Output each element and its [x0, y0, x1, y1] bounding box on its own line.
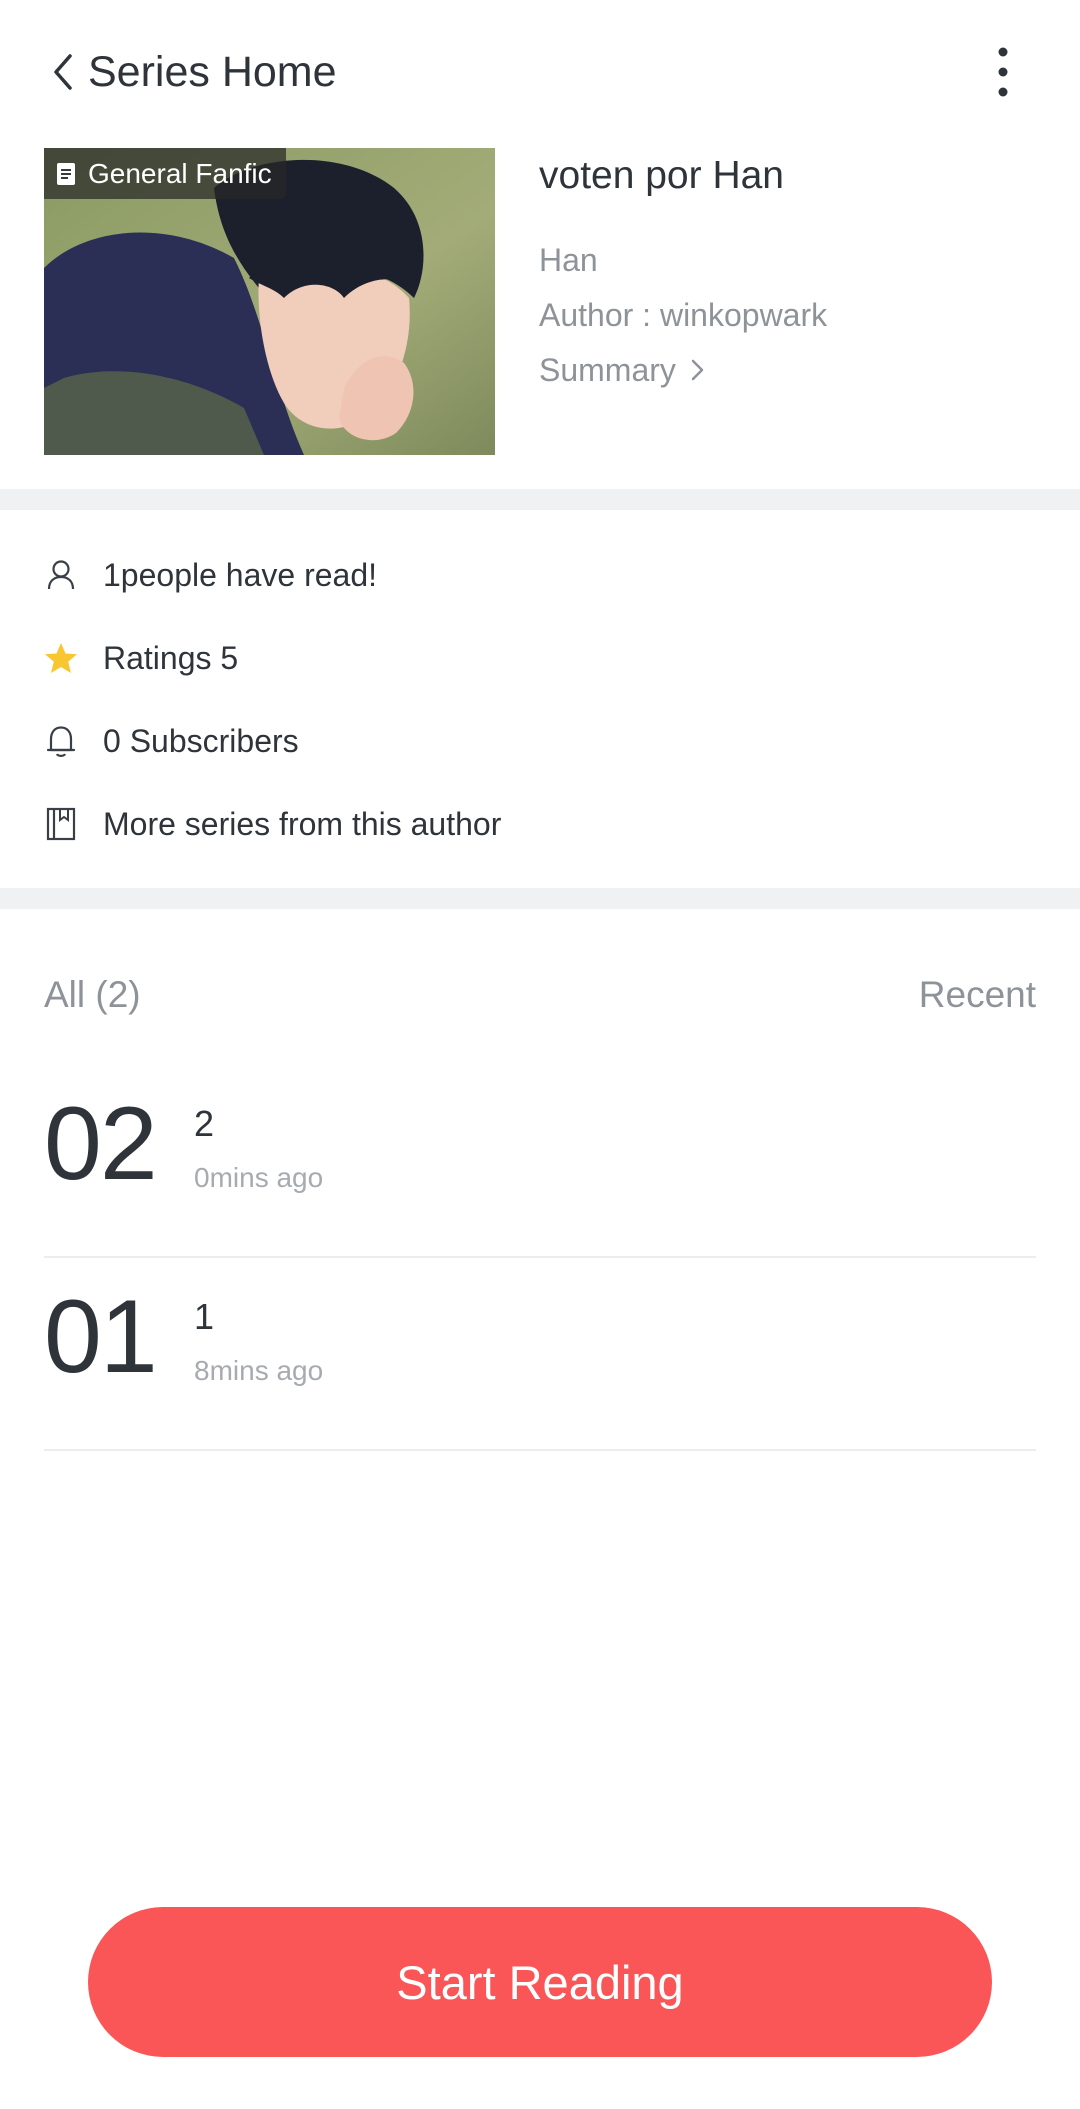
summary-label: Summary — [539, 352, 676, 388]
subscribers-row: 0 Subscribers — [44, 713, 299, 769]
more-options-button[interactable] — [980, 44, 1026, 100]
episode-title: 1 — [194, 1296, 215, 1337]
episode-number: 01 — [44, 1279, 158, 1395]
section-divider — [0, 888, 1080, 909]
episode-title: 2 — [194, 1103, 215, 1144]
start-reading-button[interactable]: Start Reading — [88, 1907, 992, 2057]
summary-link[interactable]: Summary — [539, 350, 706, 390]
more-vertical-icon — [998, 47, 1008, 97]
readers-count-row: 1people have read! — [44, 547, 377, 603]
episode-row[interactable]: 01 1 8mins ago — [44, 1257, 1036, 1451]
episode-row[interactable]: 02 2 0mins ago — [44, 1064, 1036, 1258]
series-author[interactable]: Author : winkopwark — [539, 295, 827, 335]
sort-recent-button[interactable]: Recent — [919, 972, 1036, 1018]
page-title: Series Home — [88, 48, 337, 96]
subscribers-text: 0 Subscribers — [103, 722, 299, 759]
ratings-row: Ratings 5 — [44, 630, 238, 686]
book-icon — [46, 807, 76, 841]
more-series-link[interactable]: More series from this author — [44, 796, 501, 852]
episode-number: 02 — [44, 1086, 158, 1202]
star-icon — [45, 643, 77, 673]
chevron-left-icon — [54, 54, 72, 90]
episode-count-label: All (2) — [44, 974, 141, 1015]
episode-timestamp: 8mins ago — [194, 1355, 324, 1386]
document-icon — [57, 162, 75, 185]
series-cover-image: General Fanfic — [44, 148, 495, 455]
readers-count-text: 1people have read! — [103, 556, 377, 593]
app-header: Series Home — [0, 0, 1080, 145]
series-title: voten por Han — [539, 154, 784, 197]
person-icon — [47, 560, 75, 590]
series-genre: Han — [539, 242, 598, 278]
more-series-text: More series from this author — [103, 805, 502, 842]
section-divider — [0, 489, 1080, 510]
ratings-text: Ratings 5 — [103, 639, 239, 676]
chevron-right-icon — [691, 359, 704, 381]
back-button[interactable] — [44, 46, 84, 98]
category-badge-label: General Fanfic — [88, 158, 272, 189]
category-badge: General Fanfic — [44, 148, 286, 199]
bell-icon — [46, 726, 76, 757]
episode-timestamp: 0mins ago — [194, 1162, 324, 1193]
